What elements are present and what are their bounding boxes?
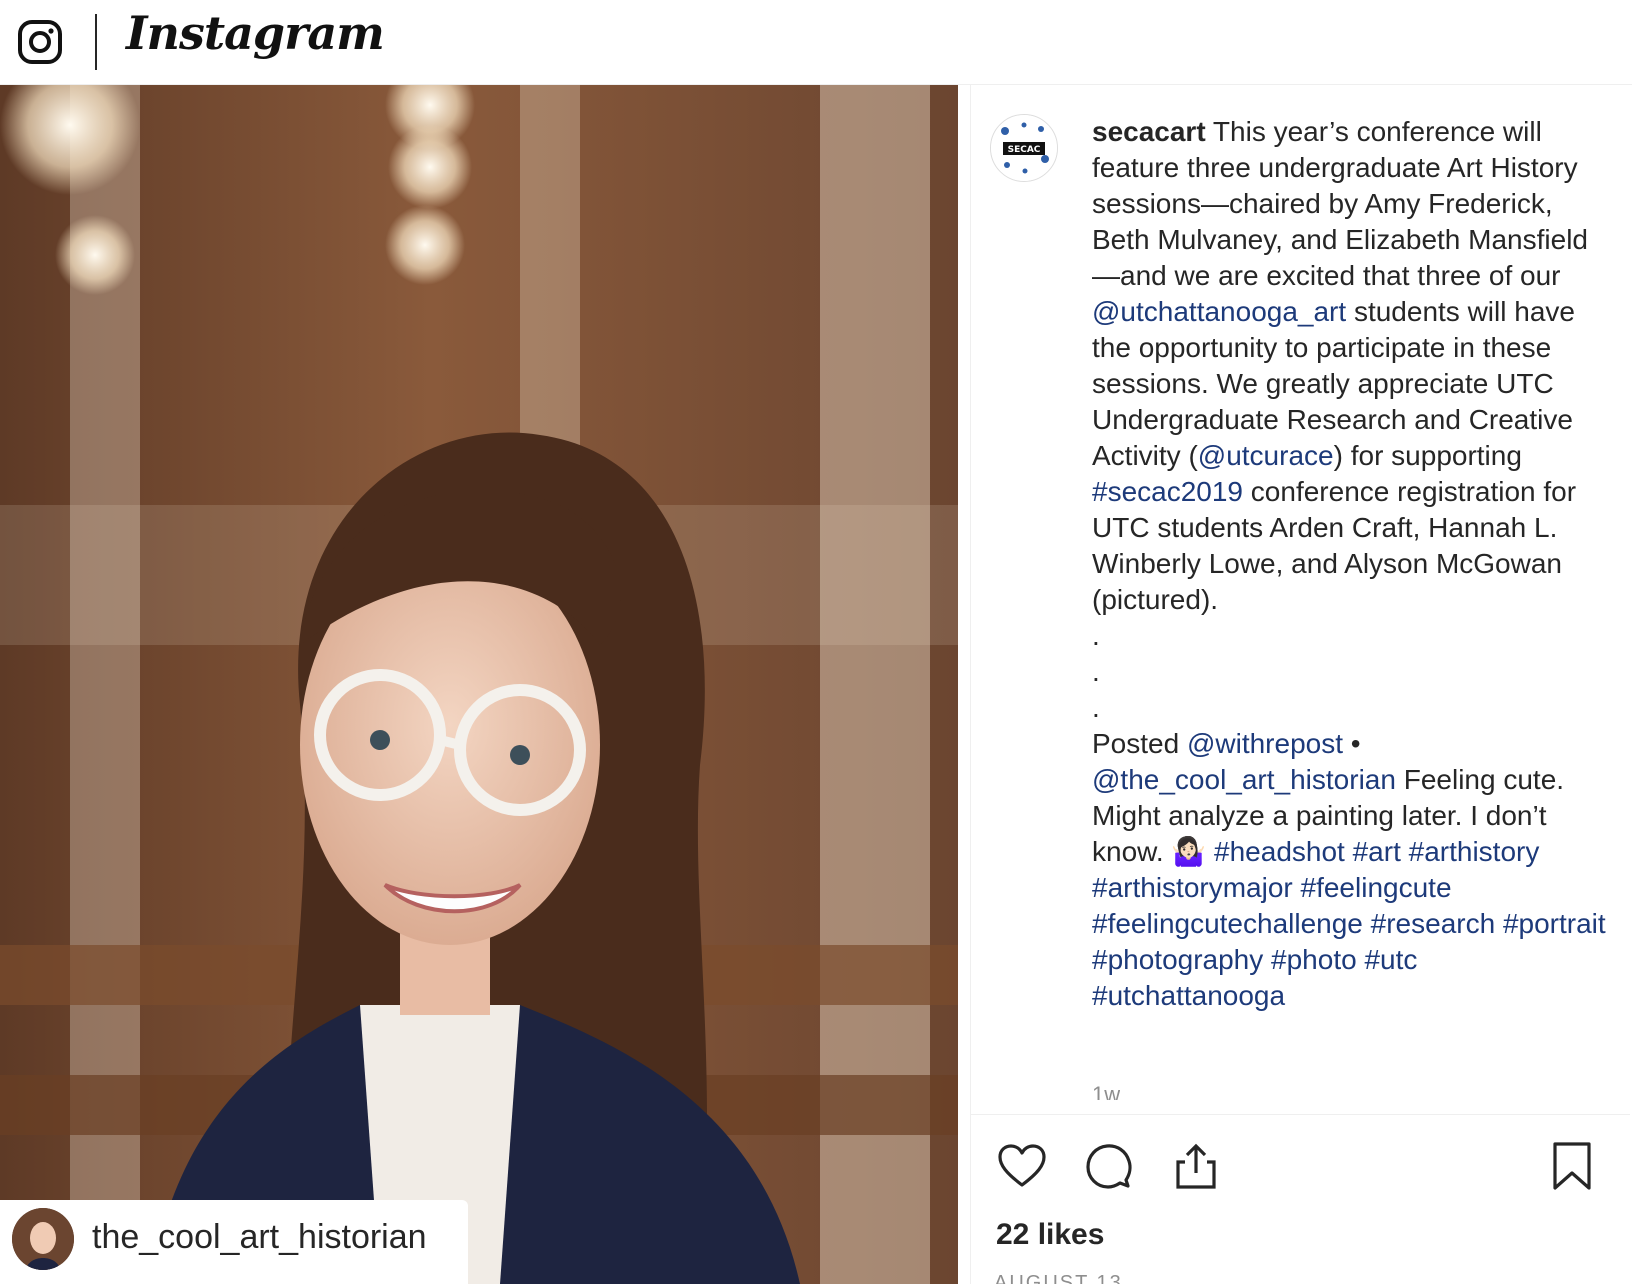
author-avatar-text: SECAC: [1008, 145, 1041, 155]
mention-link[interactable]: @withrepost: [1187, 728, 1343, 759]
caption-dot: .: [1092, 692, 1100, 723]
heart-icon: [998, 1144, 1046, 1187]
mention-link[interactable]: @the_cool_art_historian: [1092, 764, 1396, 795]
likes-count[interactable]: 22 likes: [996, 1218, 1104, 1252]
top-bar: Instagram: [0, 0, 1632, 85]
caption-dot: .: [1092, 620, 1100, 651]
bookmark-icon: [1553, 1142, 1591, 1190]
post-time-ago[interactable]: 1w: [1092, 1082, 1120, 1100]
share-icon: [1176, 1143, 1216, 1189]
mention-link[interactable]: @utcurace: [1198, 440, 1334, 471]
caption-text: ) for supporting: [1333, 440, 1522, 471]
actions-divider: [970, 1114, 1630, 1115]
tagged-user-avatar[interactable]: [12, 1208, 74, 1270]
header-divider: [95, 14, 97, 70]
comment-button[interactable]: [1082, 1140, 1134, 1192]
mention-link[interactable]: @utchattanooga_art: [1092, 296, 1346, 327]
tagged-username[interactable]: the_cool_art_historian: [92, 1218, 427, 1257]
hashtag-link[interactable]: #secac2019: [1092, 476, 1243, 507]
portrait-photo: [0, 85, 958, 1284]
author-avatar[interactable]: SECAC: [990, 114, 1058, 182]
like-button[interactable]: [996, 1140, 1048, 1192]
caption-dot: .: [1092, 656, 1100, 687]
comment-icon: [1086, 1144, 1132, 1189]
share-button[interactable]: [1170, 1140, 1222, 1192]
instagram-glyph-icon[interactable]: [16, 18, 64, 66]
instagram-wordmark[interactable]: Instagram: [126, 6, 385, 60]
caption-text: Posted: [1092, 728, 1187, 759]
post-caption: secacart This year’s conference will fea…: [1092, 114, 1612, 1014]
save-button[interactable]: [1546, 1140, 1598, 1192]
post-date[interactable]: AUGUST 13: [994, 1272, 1123, 1284]
author-username[interactable]: secacart: [1092, 116, 1206, 147]
caption-text: •: [1343, 728, 1361, 759]
post-photo[interactable]: [0, 85, 958, 1284]
